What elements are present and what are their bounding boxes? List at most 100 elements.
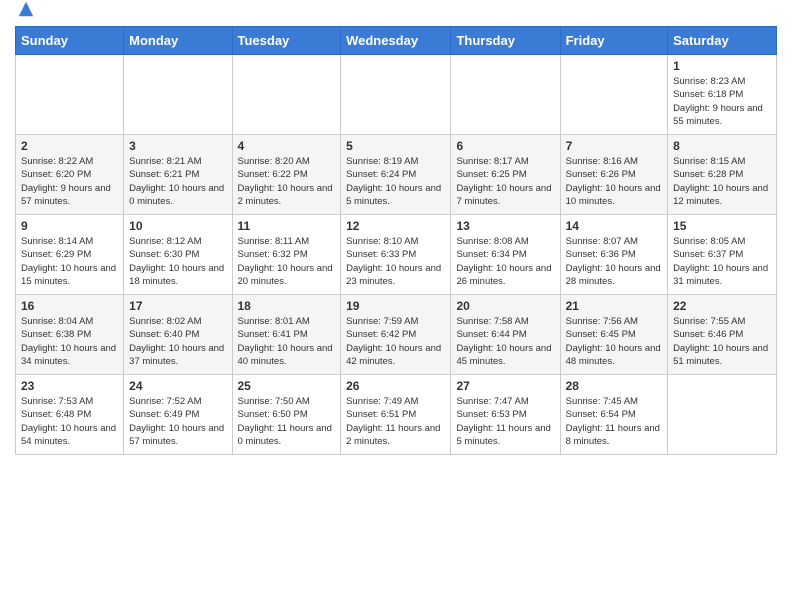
day-number: 11 [238, 219, 336, 233]
calendar-cell: 4 Sunrise: 8:20 AM Sunset: 6:22 PM Daylig… [232, 135, 341, 215]
calendar-cell: 19 Sunrise: 7:59 AM Sunset: 6:42 PM Dayli… [341, 295, 451, 375]
calendar-week-row: 23 Sunrise: 7:53 AM Sunset: 6:48 PM Dayli… [16, 375, 777, 455]
calendar-cell: 20 Sunrise: 7:58 AM Sunset: 6:44 PM Dayli… [451, 295, 560, 375]
day-number: 21 [566, 299, 662, 313]
calendar-cell [232, 55, 341, 135]
page-header [15, 10, 777, 18]
day-info: Sunrise: 8:12 AM Sunset: 6:30 PM Dayligh… [129, 235, 226, 288]
day-number: 7 [566, 139, 662, 153]
day-number: 25 [238, 379, 336, 393]
calendar-cell: 2 Sunrise: 8:22 AM Sunset: 6:20 PM Daylig… [16, 135, 124, 215]
day-info: Sunrise: 8:20 AM Sunset: 6:22 PM Dayligh… [238, 155, 336, 208]
calendar-week-row: 9 Sunrise: 8:14 AM Sunset: 6:29 PM Daylig… [16, 215, 777, 295]
calendar-cell: 12 Sunrise: 8:10 AM Sunset: 6:33 PM Dayli… [341, 215, 451, 295]
calendar-table: SundayMondayTuesdayWednesdayThursdayFrid… [15, 26, 777, 455]
day-number: 4 [238, 139, 336, 153]
calendar-week-row: 2 Sunrise: 8:22 AM Sunset: 6:20 PM Daylig… [16, 135, 777, 215]
day-info: Sunrise: 8:22 AM Sunset: 6:20 PM Dayligh… [21, 155, 118, 208]
day-number: 23 [21, 379, 118, 393]
calendar-cell: 6Sunrise: 8:17 AM Sunset: 6:25 PM Daylig… [451, 135, 560, 215]
day-info: Sunrise: 8:08 AM Sunset: 6:34 PM Dayligh… [456, 235, 554, 288]
calendar-cell: 16 Sunrise: 8:04 AM Sunset: 6:38 PM Dayli… [16, 295, 124, 375]
calendar-cell: 28 Sunrise: 7:45 AM Sunset: 6:54 PM Dayli… [560, 375, 667, 455]
calendar-cell: 15 Sunrise: 8:05 AM Sunset: 6:37 PM Dayli… [668, 215, 777, 295]
day-number: 1 [673, 59, 771, 73]
day-number: 26 [346, 379, 445, 393]
day-number: 13 [456, 219, 554, 233]
day-info: Sunrise: 7:58 AM Sunset: 6:44 PM Dayligh… [456, 315, 554, 368]
calendar-cell: 1Sunrise: 8:23 AM Sunset: 6:18 PM Daylig… [668, 55, 777, 135]
day-number: 22 [673, 299, 771, 313]
weekday-header-sunday: Sunday [16, 27, 124, 55]
weekday-header-monday: Monday [124, 27, 232, 55]
calendar-cell: 27 Sunrise: 7:47 AM Sunset: 6:53 PM Dayli… [451, 375, 560, 455]
day-info: Sunrise: 7:45 AM Sunset: 6:54 PM Dayligh… [566, 395, 662, 448]
weekday-header-friday: Friday [560, 27, 667, 55]
day-info: Sunrise: 8:01 AM Sunset: 6:41 PM Dayligh… [238, 315, 336, 368]
calendar-cell: 26 Sunrise: 7:49 AM Sunset: 6:51 PM Dayli… [341, 375, 451, 455]
day-number: 17 [129, 299, 226, 313]
day-info: Sunrise: 8:17 AM Sunset: 6:25 PM Dayligh… [456, 155, 554, 208]
day-info: Sunrise: 8:07 AM Sunset: 6:36 PM Dayligh… [566, 235, 662, 288]
logo-triangle-icon [17, 0, 35, 18]
day-number: 8 [673, 139, 771, 153]
day-number: 9 [21, 219, 118, 233]
day-number: 27 [456, 379, 554, 393]
weekday-header-wednesday: Wednesday [341, 27, 451, 55]
calendar-cell [124, 55, 232, 135]
calendar-cell: 11 Sunrise: 8:11 AM Sunset: 6:32 PM Dayli… [232, 215, 341, 295]
day-info: Sunrise: 7:56 AM Sunset: 6:45 PM Dayligh… [566, 315, 662, 368]
logo [15, 10, 35, 18]
calendar-cell: 23 Sunrise: 7:53 AM Sunset: 6:48 PM Dayli… [16, 375, 124, 455]
calendar-cell: 5 Sunrise: 8:19 AM Sunset: 6:24 PM Daylig… [341, 135, 451, 215]
day-info: Sunrise: 8:16 AM Sunset: 6:26 PM Dayligh… [566, 155, 662, 208]
page-container: SundayMondayTuesdayWednesdayThursdayFrid… [0, 0, 792, 465]
calendar-cell [341, 55, 451, 135]
day-number: 5 [346, 139, 445, 153]
day-number: 10 [129, 219, 226, 233]
day-info: Sunrise: 7:50 AM Sunset: 6:50 PM Dayligh… [238, 395, 336, 448]
day-number: 12 [346, 219, 445, 233]
day-info: Sunrise: 8:11 AM Sunset: 6:32 PM Dayligh… [238, 235, 336, 288]
calendar-cell: 10 Sunrise: 8:12 AM Sunset: 6:30 PM Dayli… [124, 215, 232, 295]
day-number: 3 [129, 139, 226, 153]
calendar-header-row: SundayMondayTuesdayWednesdayThursdayFrid… [16, 27, 777, 55]
calendar-cell: 21 Sunrise: 7:56 AM Sunset: 6:45 PM Dayli… [560, 295, 667, 375]
day-info: Sunrise: 8:10 AM Sunset: 6:33 PM Dayligh… [346, 235, 445, 288]
calendar-week-row: 16 Sunrise: 8:04 AM Sunset: 6:38 PM Dayli… [16, 295, 777, 375]
calendar-cell: 25 Sunrise: 7:50 AM Sunset: 6:50 PM Dayli… [232, 375, 341, 455]
day-number: 15 [673, 219, 771, 233]
day-info: Sunrise: 7:59 AM Sunset: 6:42 PM Dayligh… [346, 315, 445, 368]
day-info: Sunrise: 8:05 AM Sunset: 6:37 PM Dayligh… [673, 235, 771, 288]
day-info: Sunrise: 8:14 AM Sunset: 6:29 PM Dayligh… [21, 235, 118, 288]
day-info: Sunrise: 7:47 AM Sunset: 6:53 PM Dayligh… [456, 395, 554, 448]
day-info: Sunrise: 8:04 AM Sunset: 6:38 PM Dayligh… [21, 315, 118, 368]
calendar-cell: 18 Sunrise: 8:01 AM Sunset: 6:41 PM Dayli… [232, 295, 341, 375]
day-number: 28 [566, 379, 662, 393]
day-info: Sunrise: 7:53 AM Sunset: 6:48 PM Dayligh… [21, 395, 118, 448]
day-info: Sunrise: 8:19 AM Sunset: 6:24 PM Dayligh… [346, 155, 445, 208]
weekday-header-tuesday: Tuesday [232, 27, 341, 55]
day-number: 19 [346, 299, 445, 313]
weekday-header-saturday: Saturday [668, 27, 777, 55]
day-number: 20 [456, 299, 554, 313]
calendar-cell [16, 55, 124, 135]
calendar-cell [451, 55, 560, 135]
day-info: Sunrise: 8:15 AM Sunset: 6:28 PM Dayligh… [673, 155, 771, 208]
calendar-cell: 22Sunrise: 7:55 AM Sunset: 6:46 PM Dayli… [668, 295, 777, 375]
calendar-cell: 7 Sunrise: 8:16 AM Sunset: 6:26 PM Daylig… [560, 135, 667, 215]
calendar-week-row: 1Sunrise: 8:23 AM Sunset: 6:18 PM Daylig… [16, 55, 777, 135]
day-info: Sunrise: 8:21 AM Sunset: 6:21 PM Dayligh… [129, 155, 226, 208]
day-number: 24 [129, 379, 226, 393]
day-info: Sunrise: 7:49 AM Sunset: 6:51 PM Dayligh… [346, 395, 445, 448]
weekday-header-thursday: Thursday [451, 27, 560, 55]
day-number: 18 [238, 299, 336, 313]
day-number: 2 [21, 139, 118, 153]
day-number: 16 [21, 299, 118, 313]
day-info: Sunrise: 8:02 AM Sunset: 6:40 PM Dayligh… [129, 315, 226, 368]
calendar-cell [560, 55, 667, 135]
day-info: Sunrise: 7:52 AM Sunset: 6:49 PM Dayligh… [129, 395, 226, 448]
calendar-cell: 9 Sunrise: 8:14 AM Sunset: 6:29 PM Daylig… [16, 215, 124, 295]
calendar-cell: 13 Sunrise: 8:08 AM Sunset: 6:34 PM Dayli… [451, 215, 560, 295]
day-number: 14 [566, 219, 662, 233]
